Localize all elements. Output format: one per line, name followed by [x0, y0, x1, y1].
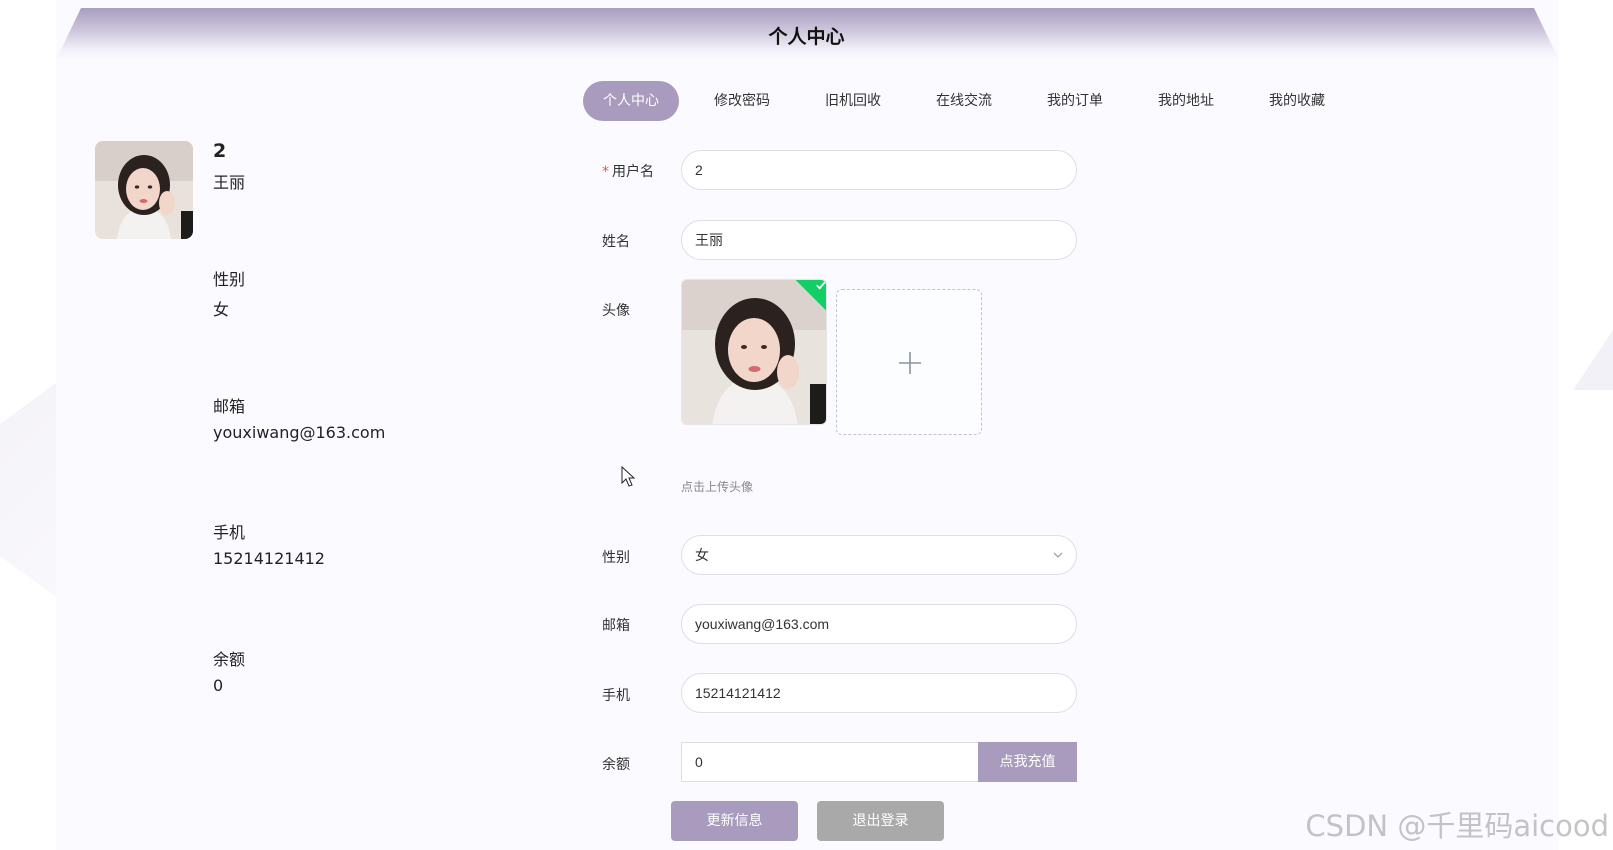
- summary-phone: 手机 15214121412: [213, 519, 325, 568]
- summary-phone-value: 15214121412: [213, 549, 325, 568]
- summary-username: 2: [213, 140, 227, 162]
- summary-email: 邮箱 youxiwang@163.com: [213, 393, 385, 442]
- page-title: 个人中心: [768, 26, 845, 48]
- summary-email-label: 邮箱: [213, 397, 246, 416]
- update-info-button[interactable]: 更新信息: [671, 801, 798, 841]
- chevron-down-icon: [1053, 552, 1063, 558]
- tab-my-orders[interactable]: 我的订单: [1027, 81, 1123, 121]
- email-input[interactable]: youxiwang@163.com: [681, 604, 1077, 644]
- watermark: CSDN @千里码aicood: [1305, 809, 1609, 843]
- avatar-label: 头像: [602, 303, 630, 319]
- tab-change-password[interactable]: 修改密码: [694, 81, 790, 121]
- tab-recycle[interactable]: 旧机回收: [805, 81, 901, 121]
- summary-gender-label: 性别: [213, 270, 246, 289]
- check-icon: [816, 281, 826, 290]
- summary-gender-value: 女: [213, 300, 230, 319]
- gender-select-value: 女: [695, 547, 709, 563]
- tab-my-favorites[interactable]: 我的收藏: [1249, 81, 1345, 121]
- avatar: [95, 141, 193, 239]
- avatar-upload-button[interactable]: [836, 289, 982, 435]
- recharge-button[interactable]: 点我充值: [978, 742, 1077, 782]
- summary-email-value: youxiwang@163.com: [213, 423, 386, 442]
- summary-balance: 余额 0: [213, 646, 245, 695]
- logout-button[interactable]: 退出登录: [817, 801, 944, 841]
- tab-personal-center[interactable]: 个人中心: [583, 81, 679, 121]
- plus-icon: [899, 352, 921, 374]
- summary-balance-value: 0: [213, 676, 224, 695]
- background-shape-right: [1573, 330, 1613, 390]
- name-label: 姓名: [602, 234, 630, 250]
- avatar-upload-tip: 点击上传头像: [681, 480, 754, 494]
- balance-input[interactable]: 0: [681, 742, 979, 782]
- summary-gender: 性别 女: [213, 266, 245, 320]
- tab-bar: 个人中心 修改密码 旧机回收 在线交流 我的订单 我的地址 我的收藏: [583, 81, 1360, 121]
- background-shape-left: [0, 380, 60, 600]
- mouse-cursor-icon: [621, 466, 636, 487]
- tab-online-chat[interactable]: 在线交流: [916, 81, 1012, 121]
- avatar-upload-preview[interactable]: [681, 279, 827, 425]
- summary-phone-label: 手机: [213, 523, 246, 542]
- gender-label: 性别: [602, 550, 630, 566]
- name-input[interactable]: 王丽: [681, 220, 1077, 260]
- summary-name: 王丽: [213, 173, 246, 192]
- phone-input[interactable]: 15214121412: [681, 673, 1077, 713]
- username-input[interactable]: 2: [681, 150, 1077, 190]
- balance-label: 余额: [602, 757, 630, 773]
- phone-label: 手机: [602, 688, 630, 704]
- tab-my-address[interactable]: 我的地址: [1138, 81, 1234, 121]
- email-label: 邮箱: [602, 618, 630, 634]
- gender-select[interactable]: 女: [681, 535, 1077, 575]
- summary-balance-label: 余额: [213, 650, 246, 669]
- username-label: * 用户名: [602, 164, 654, 180]
